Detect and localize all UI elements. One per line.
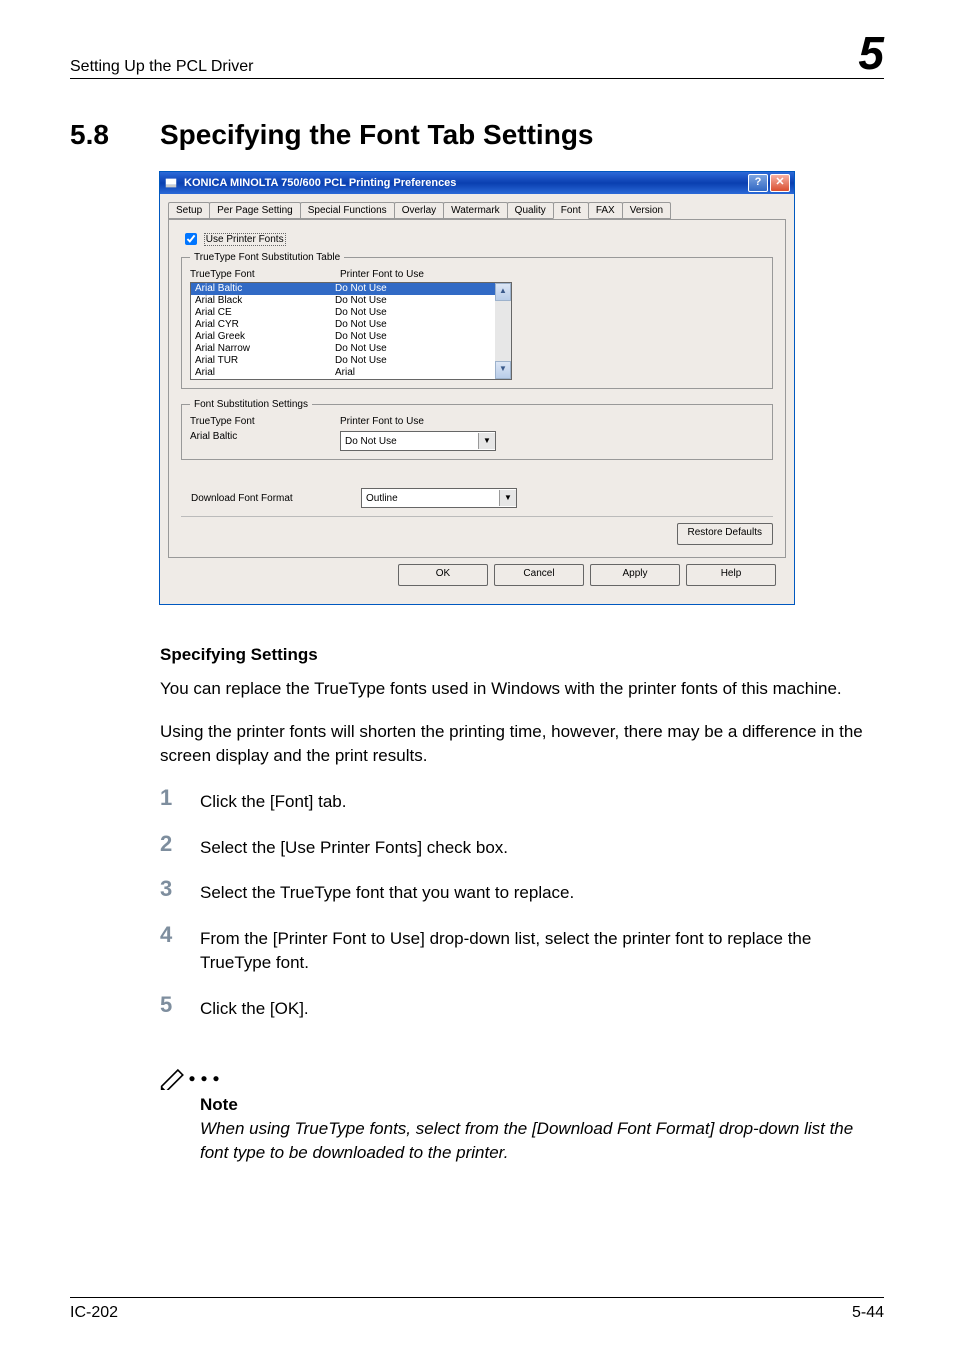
list-item[interactable]: Arial BalticDo Not Use <box>191 283 495 295</box>
tab-version[interactable]: Version <box>622 202 671 219</box>
note-label: Note <box>200 1095 884 1115</box>
font-substitution-settings-group: Font Substitution Settings TrueType Font… <box>181 399 773 460</box>
list-item[interactable]: Arial NarrowDo Not Use <box>191 343 495 355</box>
step: 1 Click the [Font] tab. <box>160 787 884 815</box>
printing-preferences-dialog: KONICA MINOLTA 750/600 PCL Printing Pref… <box>159 171 795 605</box>
step-number: 4 <box>160 924 200 946</box>
printer-font-to-use-value: Do Not Use <box>345 436 397 447</box>
list-item[interactable]: Arial TURDo Not Use <box>191 355 495 367</box>
tab-fax[interactable]: FAX <box>588 202 623 219</box>
restore-defaults-button[interactable]: Restore Defaults <box>677 523 773 545</box>
tab-quality[interactable]: Quality <box>507 202 554 219</box>
col-header-truetype: TrueType Font <box>190 269 340 280</box>
download-font-format-dropdown[interactable]: Outline ▼ <box>361 488 517 508</box>
cancel-button[interactable]: Cancel <box>494 564 584 586</box>
truetype-table-legend: TrueType Font Substitution Table <box>190 252 344 263</box>
chapter-number: 5 <box>858 30 884 76</box>
download-font-format-value: Outline <box>366 493 398 504</box>
header-rule <box>70 78 884 79</box>
subst-legend: Font Substitution Settings <box>190 399 312 410</box>
printer-font-to-use-dropdown[interactable]: Do Not Use ▼ <box>340 431 496 451</box>
step-text: Select the TrueType font that you want t… <box>200 878 574 906</box>
footer-left: IC-202 <box>70 1304 118 1322</box>
footer-right: 5-44 <box>852 1304 884 1322</box>
scroll-up-icon[interactable]: ▲ <box>495 283 511 301</box>
chevron-down-icon: ▼ <box>478 433 495 449</box>
step-number: 3 <box>160 878 200 900</box>
step: 3 Select the TrueType font that you want… <box>160 878 884 906</box>
list-item[interactable]: Arial BlackDo Not Use <box>191 295 495 307</box>
subheading: Specifying Settings <box>160 645 884 665</box>
list-item[interactable]: Arial CEDo Not Use <box>191 307 495 319</box>
step: 5 Click the [OK]. <box>160 994 884 1022</box>
tab-watermark[interactable]: Watermark <box>443 202 508 219</box>
use-printer-fonts-label: Use Printer Fonts <box>204 233 286 246</box>
list-item[interactable]: ArialArial <box>191 367 495 379</box>
step-text: Click the [OK]. <box>200 994 309 1022</box>
titlebar-help-button[interactable]: ? <box>748 174 768 192</box>
pencil-note-icon <box>160 1067 186 1089</box>
step-number: 5 <box>160 994 200 1016</box>
step-text: Select the [Use Printer Fonts] check box… <box>200 833 508 861</box>
section-title: Specifying the Font Tab Settings <box>160 119 594 151</box>
tab-overlay[interactable]: Overlay <box>394 202 444 219</box>
tab-setup[interactable]: Setup <box>168 202 210 219</box>
titlebar: KONICA MINOLTA 750/600 PCL Printing Pref… <box>160 172 794 194</box>
app-icon <box>164 176 178 190</box>
step-number: 1 <box>160 787 200 809</box>
subst-tt-value: Arial Baltic <box>190 431 340 451</box>
step-text: From the [Printer Font to Use] drop-down… <box>200 924 884 976</box>
paragraph: Using the printer fonts will shorten the… <box>160 720 884 769</box>
tab-font[interactable]: Font <box>553 202 589 219</box>
col-header-printerfont: Printer Font to Use <box>340 269 424 280</box>
help-button[interactable]: Help <box>686 564 776 586</box>
step-number: 2 <box>160 833 200 855</box>
step-text: Click the [Font] tab. <box>200 787 346 815</box>
apply-button[interactable]: Apply <box>590 564 680 586</box>
steps-list: 1 Click the [Font] tab. 2 Select the [Us… <box>160 787 884 1022</box>
note-text: When using TrueType fonts, select from t… <box>200 1117 884 1166</box>
use-printer-fonts-checkbox[interactable] <box>185 233 197 245</box>
list-item[interactable]: Arial GreekDo Not Use <box>191 331 495 343</box>
list-scrollbar[interactable]: ▲ ▼ <box>495 283 511 379</box>
paragraph: You can replace the TrueType fonts used … <box>160 677 884 702</box>
titlebar-close-button[interactable]: ✕ <box>770 174 790 192</box>
section-number: 5.8 <box>70 119 160 151</box>
step: 2 Select the [Use Printer Fonts] check b… <box>160 833 884 861</box>
font-substitution-list[interactable]: Arial BalticDo Not Use Arial BlackDo Not… <box>190 282 512 380</box>
ok-button[interactable]: OK <box>398 564 488 586</box>
download-font-format-label: Download Font Format <box>191 493 361 504</box>
tabs: Setup Per Page Setting Special Functions… <box>168 202 786 220</box>
tab-special-functions[interactable]: Special Functions <box>300 202 395 219</box>
note-block: ... Note When using TrueType fonts, sele… <box>160 1052 884 1166</box>
list-item[interactable]: Arial CYRDo Not Use <box>191 319 495 331</box>
subst-pf-label: Printer Font to Use <box>340 416 424 427</box>
ellipsis-icon: ... <box>188 1052 224 1088</box>
subst-tt-label: TrueType Font <box>190 416 340 427</box>
scroll-down-icon[interactable]: ▼ <box>495 361 511 379</box>
footer-rule <box>70 1297 884 1298</box>
tab-per-page-setting[interactable]: Per Page Setting <box>209 202 301 219</box>
step: 4 From the [Printer Font to Use] drop-do… <box>160 924 884 976</box>
chevron-down-icon: ▼ <box>499 490 516 506</box>
truetype-substitution-table-group: TrueType Font Substitution Table TrueTyp… <box>181 252 773 389</box>
breadcrumb: Setting Up the PCL Driver <box>70 58 253 76</box>
dialog-title: KONICA MINOLTA 750/600 PCL Printing Pref… <box>184 177 456 189</box>
